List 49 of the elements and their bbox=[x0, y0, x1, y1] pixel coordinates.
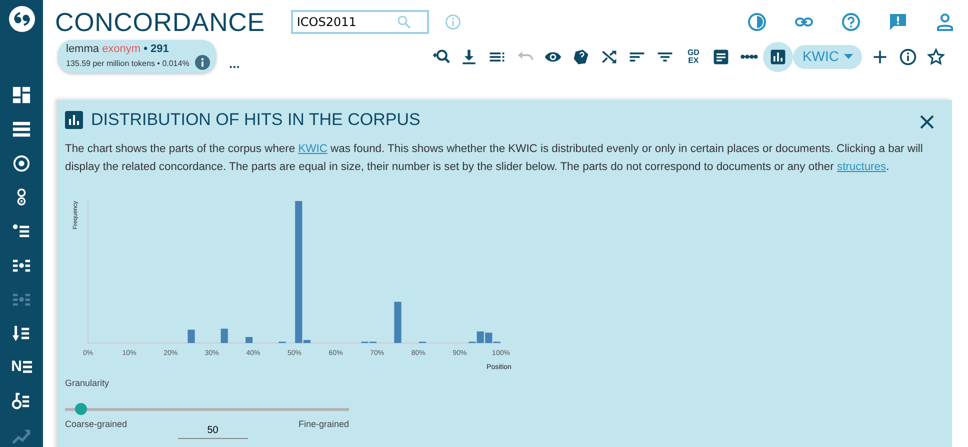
more-button[interactable]: ... bbox=[229, 54, 240, 74]
granularity-slider[interactable] bbox=[65, 403, 349, 416]
chart-button[interactable] bbox=[763, 42, 794, 72]
histogram-bar[interactable] bbox=[220, 328, 228, 343]
feedback-icon[interactable] bbox=[888, 12, 908, 32]
frequency-text: 135.59 per million tokens • 0.014% bbox=[66, 59, 190, 68]
histogram-bar[interactable] bbox=[485, 332, 492, 343]
user-icon[interactable] bbox=[935, 12, 955, 32]
panel-title: DISTRIBUTION OF HITS IN THE CORPUS bbox=[91, 110, 420, 130]
query-text: lemma exonym • 291 bbox=[66, 43, 169, 56]
zoom-icon bbox=[432, 48, 450, 66]
granularity-label: Granularity bbox=[65, 376, 110, 390]
description-text: The chart shows the parts of the corpus where KWIC was found. This shows whether the KWIC is distributed evenly or only in certain places or documents. Clicking a bar will display the related concordance. The parts are equal in size, their number is set by the slider below. The parts do not correspond to documents or any other structures. bbox=[65, 142, 924, 175]
query-card[interactable]: lemma exonym • 291 135.59 per million tokens • 0.014% bbox=[58, 40, 216, 74]
histogram-bar[interactable] bbox=[476, 331, 484, 343]
lines-icon bbox=[22, 360, 32, 374]
logo-icon bbox=[8, 6, 34, 32]
key-list-icon bbox=[12, 392, 31, 410]
histogram-bar[interactable] bbox=[246, 336, 253, 343]
min-label: Coarse-grained bbox=[65, 418, 128, 432]
search-field[interactable]: ICOS2011 bbox=[290, 10, 429, 34]
app-title: CONCORDANCE bbox=[55, 9, 265, 35]
search-input: ICOS2011 bbox=[296, 13, 397, 31]
slider-thumb[interactable] bbox=[74, 402, 87, 415]
info-icon bbox=[899, 48, 917, 66]
dashboard-icon bbox=[12, 86, 31, 104]
sort-down-icon bbox=[12, 324, 31, 342]
plus-icon bbox=[871, 48, 889, 66]
max-label: Fine-grained bbox=[298, 418, 349, 432]
document-icon bbox=[712, 48, 730, 66]
cube-icon bbox=[572, 48, 590, 66]
target-icon bbox=[12, 154, 31, 172]
ne-list-button[interactable]: N bbox=[0, 350, 43, 384]
histogram-bar[interactable] bbox=[295, 200, 302, 343]
histogram-bar[interactable] bbox=[303, 340, 310, 343]
download-icon bbox=[460, 48, 478, 66]
search-icon bbox=[396, 15, 411, 29]
chart-icon bbox=[769, 48, 788, 66]
star-icon bbox=[927, 48, 945, 66]
chart-icon bbox=[65, 110, 83, 129]
shuffle-icon bbox=[600, 48, 618, 66]
theme-icon[interactable] bbox=[747, 12, 767, 32]
gdex-button[interactable]: GD EX bbox=[679, 42, 708, 72]
help-icon[interactable] bbox=[841, 12, 861, 32]
info-icon[interactable] bbox=[195, 55, 210, 70]
granularity-input[interactable]: 50 bbox=[178, 423, 248, 440]
list-icon bbox=[12, 120, 31, 138]
caret-icon bbox=[844, 54, 853, 60]
dots-line-icon bbox=[740, 54, 758, 60]
